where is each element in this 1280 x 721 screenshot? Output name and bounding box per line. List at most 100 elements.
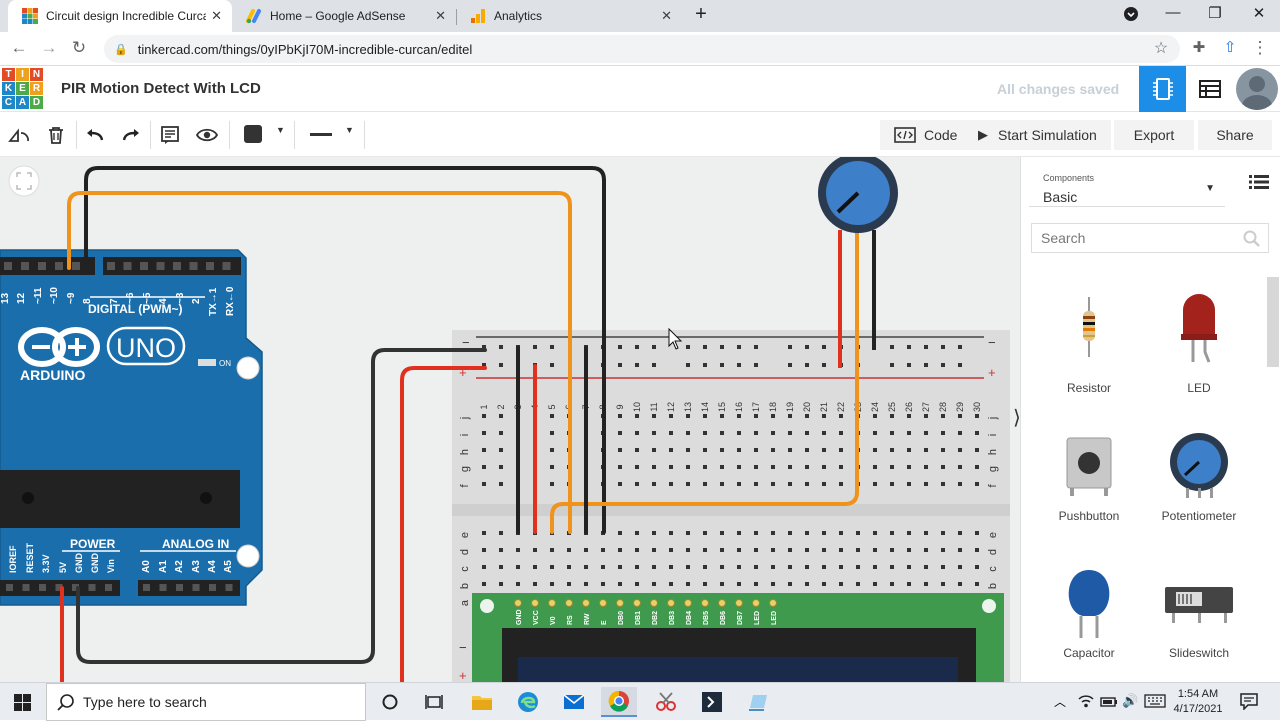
- breadboard-hole: [601, 548, 605, 552]
- breadboard-hole: [499, 431, 503, 435]
- forward-icon[interactable]: →: [38, 38, 60, 58]
- windows-start-icon[interactable]: [4, 687, 40, 717]
- lcd-pin: [667, 599, 675, 607]
- mail-icon[interactable]: [556, 687, 592, 717]
- minimize-icon[interactable]: —: [1158, 4, 1188, 21]
- circuit-canvas[interactable]: 13 12 ~11 ~10 ~9 8 7 ~6 ~5 4 ~3 2 TX→1 RX←0 DIGITAL (…: [0, 157, 1020, 682]
- rotate-icon[interactable]: [6, 123, 32, 147]
- extensions-icon[interactable]: ✚: [1188, 38, 1210, 56]
- app-icon[interactable]: [694, 687, 730, 717]
- component-capacitor[interactable]: Capacitor: [1039, 562, 1139, 660]
- back-icon[interactable]: ←: [8, 38, 30, 58]
- extension-upload-icon[interactable]: ⇧: [1219, 38, 1241, 56]
- code-button[interactable]: Code: [880, 120, 972, 150]
- video-editor-icon[interactable]: [740, 687, 776, 717]
- lcd-pin-label: DB0: [618, 611, 625, 625]
- undo-icon[interactable]: [82, 123, 108, 147]
- browser-menu-icon[interactable]: ⋮: [1249, 38, 1271, 58]
- snipping-tool-icon[interactable]: [648, 687, 684, 717]
- task-view-icon[interactable]: [416, 687, 452, 717]
- chevron-down-icon[interactable]: ▼: [276, 125, 285, 135]
- tab-adsense[interactable]: Home – Google AdSense ✕: [232, 0, 456, 32]
- breadboard-column-label: 15: [717, 402, 727, 412]
- component-pushbutton[interactable]: Pushbutton: [1039, 425, 1139, 523]
- close-window-icon[interactable]: ✕: [1244, 4, 1274, 22]
- breadboard-hole: [720, 531, 724, 535]
- close-tab-icon[interactable]: ✕: [661, 8, 672, 24]
- file-explorer-icon[interactable]: [464, 687, 500, 717]
- tab-tinkercad[interactable]: Circuit design Incredible Curcan ✕: [8, 0, 232, 32]
- line-style-icon[interactable]: [310, 133, 332, 136]
- redo-icon[interactable]: [118, 123, 144, 147]
- design-title[interactable]: PIR Motion Detect With LCD: [61, 80, 261, 97]
- panel-scrollbar[interactable]: [1267, 277, 1279, 367]
- header-pin: [22, 584, 30, 591]
- keyboard-icon[interactable]: [1144, 694, 1166, 713]
- close-tab-icon[interactable]: ✕: [435, 8, 446, 24]
- arduino-uno-board[interactable]: 13 12 ~11 ~10 ~9 8 7 ~6 ~5 4 ~3 2 TX→1 RX←0 DIGITAL (…: [0, 249, 263, 606]
- component-list-button[interactable]: [1186, 66, 1233, 112]
- url-input[interactable]: 🔒 tinkercad.com/things/0yIPbKjI70M-incre…: [104, 35, 1180, 63]
- circuit-view-button[interactable]: [1139, 66, 1186, 112]
- breadboard-hole: [788, 531, 792, 535]
- chrome-icon[interactable]: [601, 687, 637, 717]
- led-icon: [1149, 287, 1249, 367]
- component-resistor[interactable]: Resistor: [1039, 287, 1139, 395]
- reload-icon[interactable]: ↻: [68, 38, 90, 58]
- new-tab-button[interactable]: +: [686, 3, 716, 26]
- tinkercad-logo[interactable]: T I N K E R C A D: [2, 68, 43, 110]
- breadboard-column-label: 25: [887, 402, 897, 412]
- lcd-pin: [769, 599, 777, 607]
- lcd-pin: [514, 599, 522, 607]
- component-potentiometer[interactable]: Potentiometer: [1149, 425, 1249, 523]
- slideswitch-icon: [1149, 562, 1249, 642]
- start-simulation-button[interactable]: ▶ Start Simulation: [964, 120, 1111, 150]
- tab-analytics[interactable]: Analytics ✕: [456, 0, 682, 32]
- notes-icon[interactable]: [157, 123, 183, 147]
- component-led[interactable]: LED: [1149, 287, 1249, 395]
- user-avatar[interactable]: [1236, 68, 1278, 110]
- chevron-down-icon[interactable]: ▼: [345, 125, 354, 135]
- visibility-icon[interactable]: [194, 123, 220, 147]
- clock-time: 1:54 AM: [1177, 688, 1219, 700]
- tab-search-icon[interactable]: [1116, 4, 1146, 25]
- export-button[interactable]: Export: [1114, 120, 1194, 150]
- restore-icon[interactable]: ❐: [1200, 4, 1230, 22]
- export-label: Export: [1133, 127, 1175, 143]
- breadboard-hole: [822, 431, 826, 435]
- color-swatch[interactable]: [244, 125, 262, 143]
- taskbar-clock[interactable]: 1:54 AM 4/17/2021: [1172, 687, 1224, 717]
- notifications-icon[interactable]: [1240, 693, 1258, 715]
- battery-icon[interactable]: [1100, 695, 1118, 713]
- breadboard-hole: [788, 482, 792, 486]
- share-button[interactable]: Share: [1198, 120, 1272, 150]
- cortana-icon[interactable]: [372, 687, 408, 717]
- breadboard-hole: [907, 531, 911, 535]
- component-category-select[interactable]: Components Basic ▼: [1029, 163, 1225, 207]
- breadboard-hole: [737, 448, 741, 452]
- fit-view-icon[interactable]: [8, 165, 40, 197]
- breadboard-hole: [652, 482, 656, 486]
- adsense-favicon-icon: [246, 8, 262, 24]
- edge-icon[interactable]: [510, 687, 546, 717]
- circuit-drawing[interactable]: 13 12 ~11 ~10 ~9 8 7 ~6 ~5 4 ~3 2 TX→1 RX←0 DIGITAL (…: [0, 157, 1020, 682]
- breadboard-hole: [482, 465, 486, 469]
- lcd-16x2[interactable]: GND VCC V0 RS RW E DB0 DB1 DB2 DB3 DB4 DB5 DB6 DB7 LED…: [472, 593, 1004, 682]
- component-search-input[interactable]: Search: [1031, 223, 1269, 253]
- rail-minus-label: −: [462, 335, 470, 350]
- network-icon[interactable]: [1078, 694, 1094, 713]
- breadboard-hole: [907, 431, 911, 435]
- tray-overflow-icon[interactable]: ︿: [1054, 693, 1066, 710]
- logo-letter: K: [2, 82, 15, 95]
- bookmark-star-icon[interactable]: ☆: [1150, 38, 1172, 58]
- taskbar-search-input[interactable]: Type here to search: [46, 683, 366, 721]
- list-view-icon[interactable]: [1249, 175, 1269, 194]
- chip-icon: [1152, 78, 1173, 100]
- breadboard-row-label: j: [459, 417, 471, 420]
- collapse-panel-icon[interactable]: ⟩: [1013, 405, 1021, 430]
- volume-icon[interactable]: 🔊: [1122, 693, 1138, 709]
- close-tab-icon[interactable]: ✕: [211, 8, 222, 24]
- component-slideswitch[interactable]: Slideswitch: [1149, 562, 1249, 660]
- delete-icon[interactable]: [43, 123, 69, 147]
- lcd-pin-label: DB6: [720, 611, 727, 625]
